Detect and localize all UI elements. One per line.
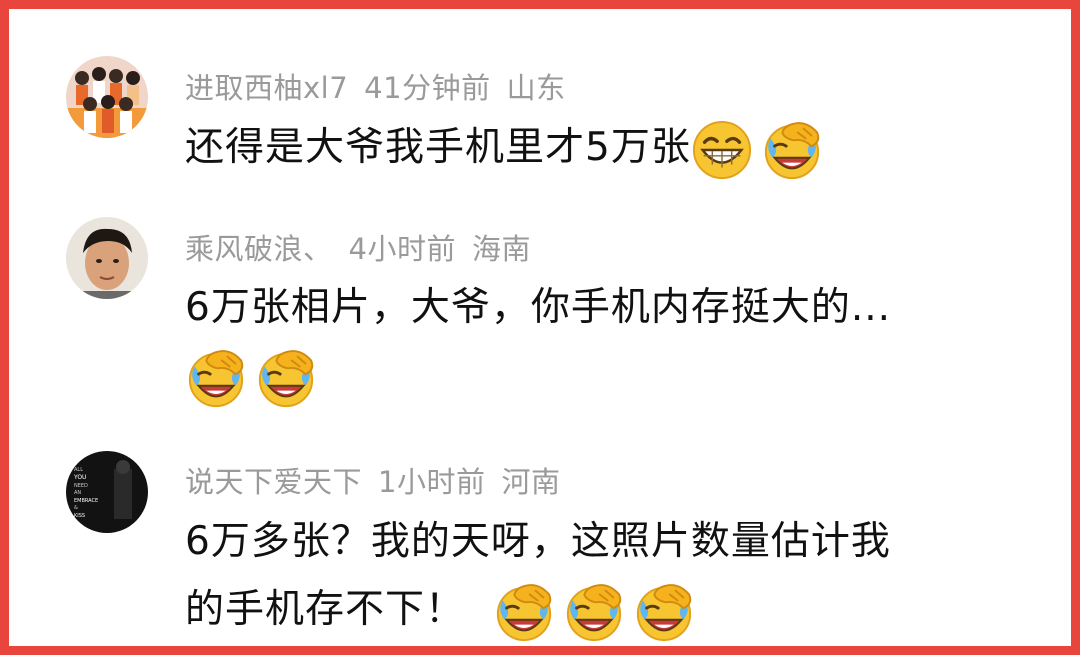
comment-text: 6万多张？我的天呀，这照片数量估计我 — [185, 509, 891, 575]
username[interactable]: 乘风破浪、 — [185, 232, 333, 266]
username[interactable]: 说天下爱天下 — [185, 465, 362, 499]
content-frame: 进取西柚xl7 41分钟前 山东 还得是大爷我手机里才5万张 乘风破浪、 4小时前 海南… — [0, 0, 1080, 655]
laughing-tears-icon — [185, 347, 247, 409]
laughing-tears-icon — [255, 347, 317, 409]
laughing-tears-icon — [633, 581, 695, 643]
avatar-text-line: EMBRACE — [74, 498, 98, 504]
timestamp: 1小时前 — [378, 465, 486, 499]
comment-text-line: 的手机存不下！ — [185, 587, 466, 632]
avatar-text-line: YOU — [73, 474, 86, 481]
avatar-text-line: NEED — [74, 483, 88, 489]
location: 山东 — [506, 71, 566, 105]
comment-text-line: 6万张相片，大爷，你手机内存挺大的... — [185, 285, 892, 330]
avatar[interactable] — [66, 56, 148, 138]
comment-text: 还得是大爷我手机里才5万张 — [185, 115, 831, 181]
comment-meta: 乘风破浪、 4小时前 海南 — [185, 226, 547, 268]
avatar[interactable] — [66, 217, 148, 299]
location: 河南 — [501, 465, 561, 499]
comment-text: 的手机存不下！ — [185, 577, 703, 643]
comment-meta: 进取西柚xl7 41分钟前 山东 — [185, 65, 582, 107]
emoji-row — [185, 343, 325, 409]
grinning-squint-icon — [691, 119, 753, 181]
laughing-tears-icon — [761, 119, 823, 181]
avatar-text-line: & — [74, 505, 78, 511]
laughing-tears-icon — [493, 581, 555, 643]
timestamp: 4小时前 — [348, 232, 456, 266]
comment-text-line: 6万多张？我的天呀，这照片数量估计我 — [185, 519, 891, 564]
comment-meta: 说天下爱天下 1小时前 河南 — [185, 459, 576, 501]
comment-text-line: 还得是大爷我手机里才5万张 — [185, 125, 691, 170]
location: 海南 — [471, 232, 531, 266]
avatar-text-line: ALL — [74, 467, 83, 473]
avatar-text-line: KISS — [74, 513, 85, 519]
avatar-text-line: AN — [74, 490, 81, 496]
laughing-tears-icon — [563, 581, 625, 643]
timestamp: 41分钟前 — [364, 71, 491, 105]
username[interactable]: 进取西柚xl7 — [185, 71, 348, 105]
comment-text: 6万张相片，大爷，你手机内存挺大的... — [185, 275, 891, 341]
avatar[interactable]: ALL YOU NEED AN EMBRACE & KISS — [66, 451, 148, 533]
